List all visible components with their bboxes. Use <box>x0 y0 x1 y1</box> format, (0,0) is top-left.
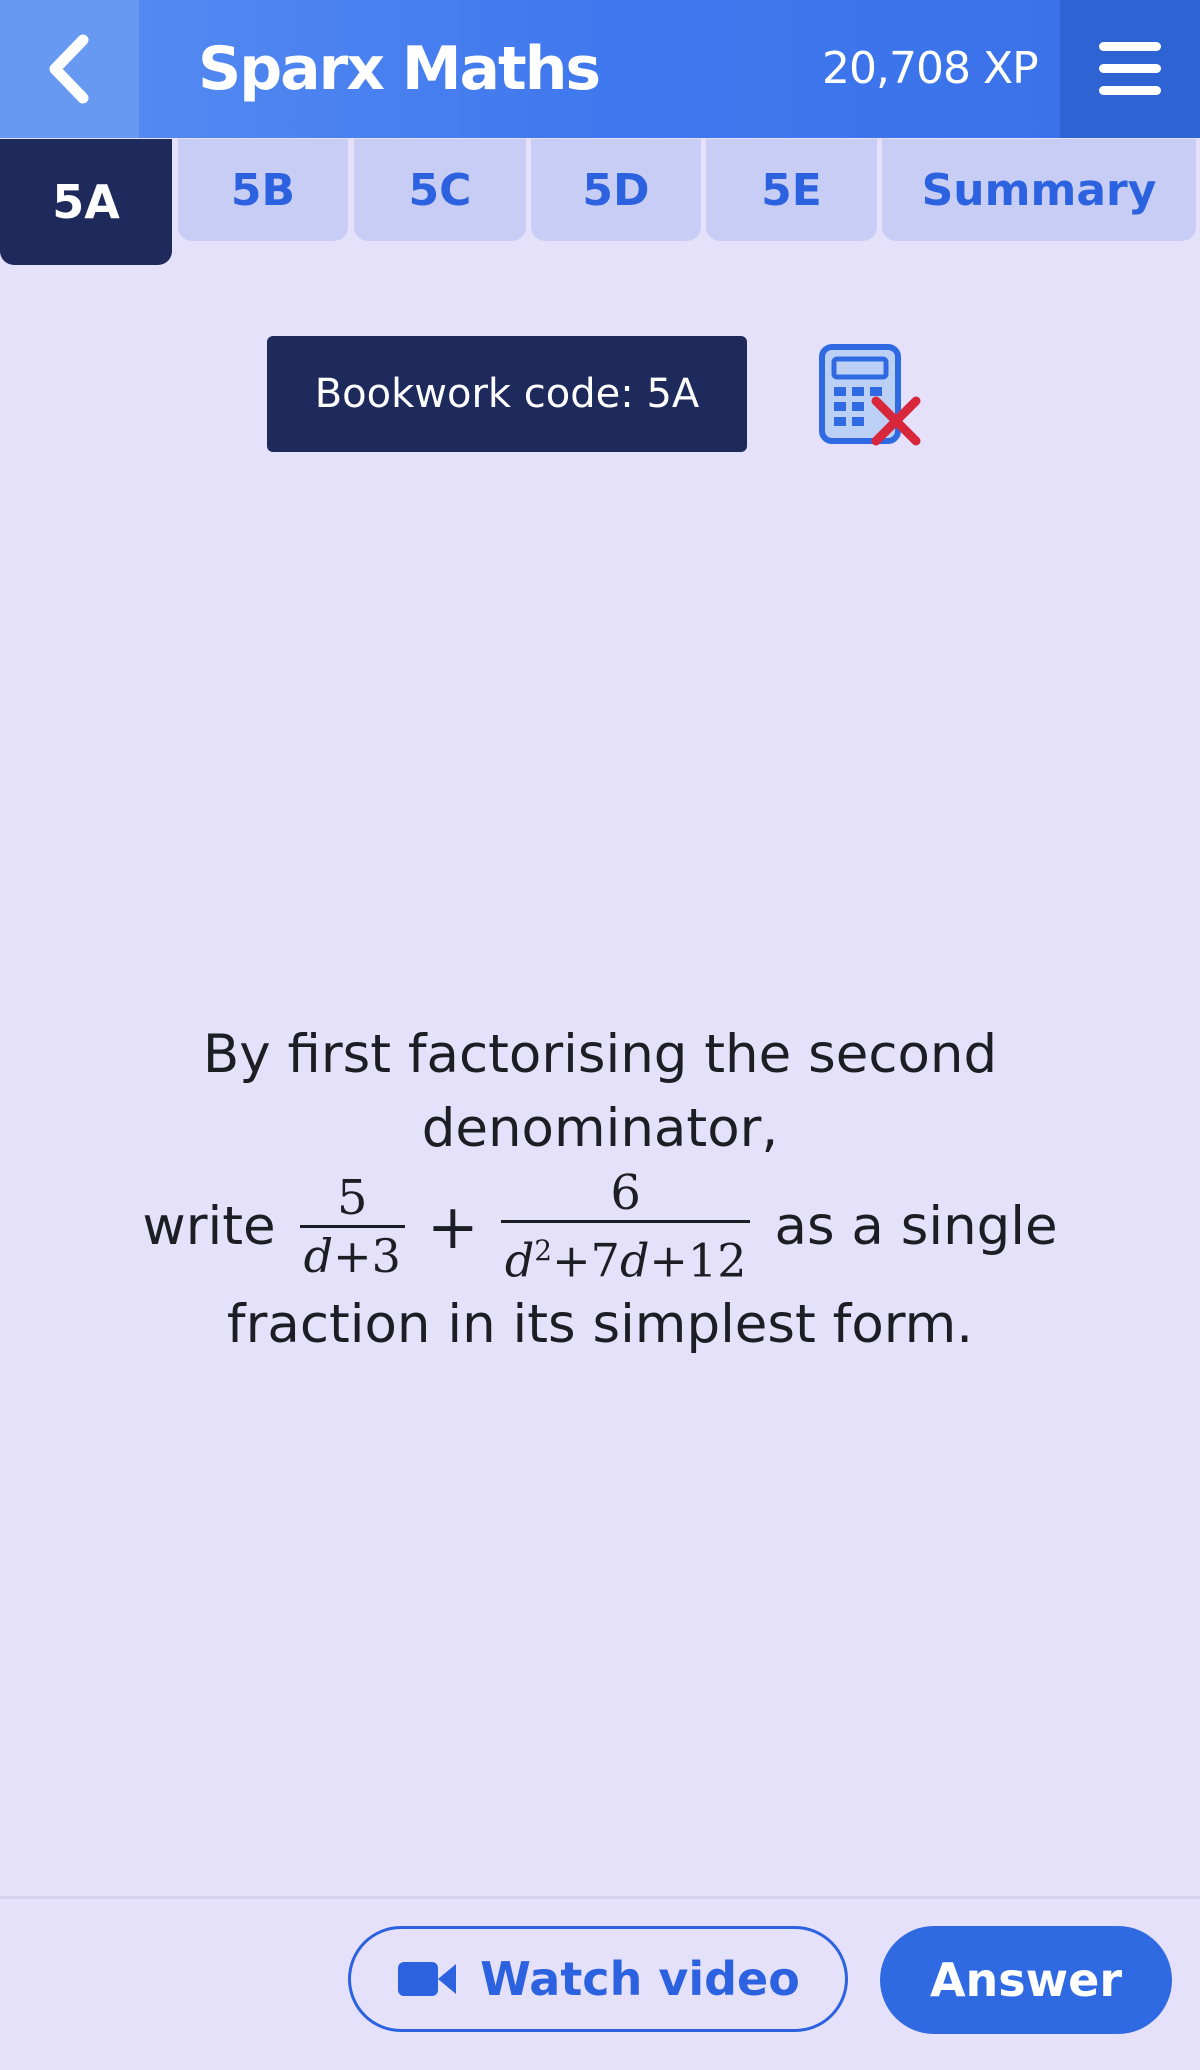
question-text: By first factorising the second denomina… <box>60 1018 1140 1362</box>
menu-button[interactable] <box>1060 0 1200 138</box>
calculator-not-allowed-icon <box>819 344 921 446</box>
fraction-2-den-mid: +7 <box>552 1233 620 1288</box>
fraction-2-den-variable-2: d <box>619 1233 650 1288</box>
bookwork-code-badge: Bookwork code: 5A <box>267 336 747 452</box>
question-line-2: denominator, <box>421 1098 779 1159</box>
chevron-left-icon <box>49 34 88 104</box>
footer-divider <box>0 1896 1200 1899</box>
video-camera-icon <box>398 1962 457 1996</box>
back-button[interactable] <box>0 0 139 138</box>
fraction-2: 6 d2+7d+12 <box>500 1164 751 1288</box>
tab-5a[interactable]: 5A <box>0 139 172 265</box>
fraction-1-numerator: 5 <box>336 1169 368 1226</box>
page: Sparx Maths 20,708 XP 5A 5B 5C 5D 5E Sum… <box>0 0 1200 2070</box>
question-line-4: fraction in its simplest form. <box>226 1294 974 1355</box>
fraction-1-den-rest: +3 <box>333 1228 401 1283</box>
hamburger-menu-icon <box>1099 42 1161 95</box>
app-header: Sparx Maths 20,708 XP <box>0 0 1200 138</box>
question-line-1: By first factorising the second <box>202 1024 998 1085</box>
fraction-1-denominator: d+3 <box>300 1228 405 1284</box>
fraction-2-denominator: d2+7d+12 <box>501 1223 751 1288</box>
question-write-word: write <box>142 1196 276 1257</box>
answer-button[interactable]: Answer <box>880 1926 1172 2034</box>
question-as-single-words: as a single <box>774 1196 1058 1257</box>
watch-video-button[interactable]: Watch video <box>348 1926 848 2032</box>
fraction-2-den-variable-1: d <box>504 1233 535 1288</box>
fraction-2-den-rest: +12 <box>649 1233 747 1288</box>
tab-5b[interactable]: 5B <box>178 139 348 241</box>
app-title: Sparx Maths <box>198 34 601 104</box>
xp-counter: 20,708 XP <box>822 43 1039 94</box>
fraction-2-den-exponent: 2 <box>534 1233 553 1267</box>
fraction-1-den-variable: d <box>303 1228 334 1283</box>
fraction-2-numerator: 6 <box>610 1164 641 1221</box>
tab-5e[interactable]: 5E <box>706 139 877 241</box>
question-expression-line: write 5 d+3 + 6 d2+7d+12 as a single <box>60 1166 1140 1288</box>
tab-5c[interactable]: 5C <box>354 139 526 241</box>
plus-sign: + <box>426 1190 479 1263</box>
watch-video-label: Watch video <box>480 1952 800 2006</box>
tab-summary[interactable]: Summary <box>882 139 1196 241</box>
tab-5d[interactable]: 5D <box>531 139 701 241</box>
fraction-1: 5 d+3 <box>299 1169 405 1284</box>
